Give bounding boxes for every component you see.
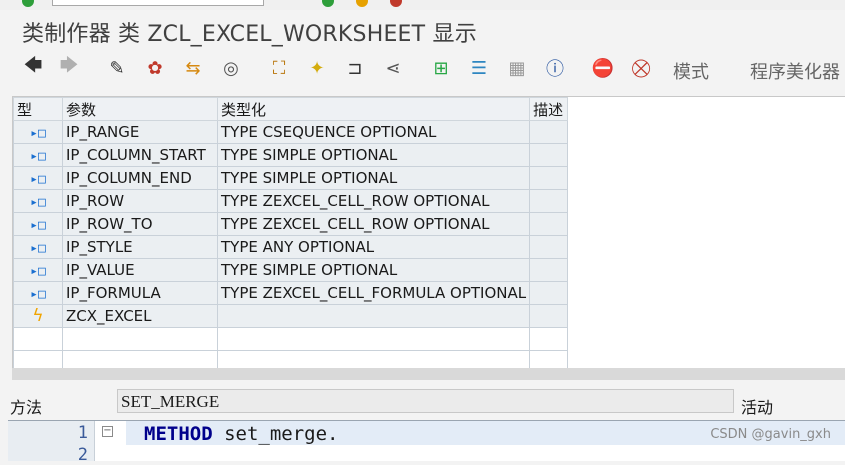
table-header-row: 型 参数 类型化 描述 — [13, 97, 569, 121]
description-cell[interactable] — [529, 189, 569, 213]
typing-cell[interactable]: TYPE ANY OPTIONAL — [216, 235, 531, 259]
parameter-name-cell[interactable]: IP_COLUMN_END — [62, 166, 218, 190]
application-toolbar: 🡄 🡆 ✎ ✿ ⇆ ◎ ⛶ ✦ ⊐ ⋖ ⊞ ☰ ▦ ⓘ ⛔ ⛒ 模式 程序美化器 — [0, 52, 845, 86]
table-row[interactable]: ▸□ IP_FORMULA TYPE ZEXCEL_CELL_FORMULA OPT… — [13, 281, 569, 305]
typing-cell[interactable]: TYPE SIMPLE OPTIONAL — [216, 258, 531, 282]
method-name-field[interactable]: SET_MERGE — [117, 389, 734, 413]
column-header-type[interactable]: 型 — [13, 97, 63, 121]
check-object-icon[interactable]: ⇆ — [180, 55, 206, 81]
magic-wand-icon[interactable]: ✦ — [304, 55, 330, 81]
description-cell[interactable] — [529, 166, 569, 190]
typing-cell[interactable] — [216, 304, 531, 328]
parameter-name-cell[interactable]: IP_FORMULA — [62, 281, 218, 305]
forward-icon[interactable]: 🡆 — [56, 55, 82, 81]
code-line[interactable]: METHOD set_merge. — [144, 423, 338, 445]
table-row[interactable]: ▸□ IP_STYLE TYPE ANY OPTIONAL — [13, 235, 569, 259]
type-cell[interactable]: ▸□ — [13, 166, 63, 190]
typing-cell[interactable]: TYPE ZEXCEL_CELL_ROW OPTIONAL — [216, 189, 531, 213]
parameter-name-cell[interactable]: IP_ROW_TO — [62, 212, 218, 236]
typing-cell[interactable]: TYPE CSEQUENCE OPTIONAL — [216, 120, 531, 144]
transport-icon[interactable]: ⊐ — [342, 55, 368, 81]
type-cell[interactable]: ▸□ — [13, 281, 63, 305]
type-cell[interactable]: ϟ — [13, 304, 63, 328]
importing-param-icon: ▸□ — [30, 264, 46, 279]
status-dot-icon — [356, 0, 368, 7]
parameter-table: 型 参数 类型化 描述 ▸□ IP_RANGE TYPE CSEQUENCE OPT… — [13, 97, 569, 374]
column-header-description[interactable]: 描述 — [529, 97, 569, 121]
table-row[interactable]: ▸□ IP_COLUMN_START TYPE SIMPLE OPTIONAL — [13, 143, 569, 167]
type-cell[interactable]: ▸□ — [13, 235, 63, 259]
type-cell[interactable]: ▸□ — [13, 120, 63, 144]
parameter-grid: 型 参数 类型化 描述 ▸□ IP_RANGE TYPE CSEQUENCE OPT… — [12, 96, 845, 370]
status-dot-icon — [22, 0, 34, 7]
parameter-name-cell[interactable]: IP_COLUMN_START — [62, 143, 218, 167]
type-cell[interactable]: ▸□ — [13, 143, 63, 167]
typing-cell[interactable]: TYPE ZEXCEL_CELL_FORMULA OPTIONAL — [216, 281, 531, 305]
type-cell[interactable]: ▸□ — [13, 212, 63, 236]
importing-param-icon: ▸□ — [30, 149, 46, 164]
parameter-name-cell[interactable]: IP_STYLE — [62, 235, 218, 259]
description-cell[interactable] — [529, 235, 569, 259]
typing-cell[interactable]: TYPE SIMPLE OPTIONAL — [216, 143, 531, 167]
importing-param-icon: ▸□ — [30, 172, 46, 187]
status-dot-icon — [322, 0, 334, 7]
type-cell[interactable]: ▸□ — [13, 258, 63, 282]
table-row[interactable]: ▸□ IP_VALUE TYPE SIMPLE OPTIONAL — [13, 258, 569, 282]
command-field[interactable] — [52, 0, 264, 6]
parameter-rows: ▸□ IP_RANGE TYPE CSEQUENCE OPTIONAL ▸□ IP_CO… — [13, 120, 569, 374]
column-header-typing[interactable]: 类型化 — [216, 97, 531, 121]
parameter-name-cell[interactable]: IP_ROW — [62, 189, 218, 213]
object-list-icon[interactable]: ⛶ — [266, 55, 292, 81]
table-row[interactable]: ▸□ IP_COLUMN_END TYPE SIMPLE OPTIONAL — [13, 166, 569, 190]
stop-breakpoint-icon[interactable]: ⛔ — [590, 55, 616, 81]
typing-cell[interactable]: TYPE SIMPLE OPTIONAL — [216, 166, 531, 190]
parameter-name-cell[interactable]: ZCX_EXCEL — [62, 304, 218, 328]
session-breakpoint-icon[interactable]: ⛒ — [628, 55, 654, 81]
window-top-strip — [0, 0, 845, 10]
status-dot-icon — [390, 0, 402, 7]
importing-param-icon: ▸□ — [30, 218, 46, 233]
parameter-name-cell[interactable]: IP_RANGE — [62, 120, 218, 144]
line-number: 1 — [77, 423, 88, 443]
hierarchy-icon[interactable]: ⊞ — [428, 55, 454, 81]
description-cell[interactable] — [529, 258, 569, 282]
typing-cell[interactable]: TYPE ZEXCEL_CELL_ROW OPTIONAL — [216, 212, 531, 236]
exception-icon: ϟ — [32, 306, 44, 326]
parameter-name-cell[interactable]: IP_VALUE — [62, 258, 218, 282]
description-cell[interactable] — [529, 304, 569, 328]
description-cell[interactable] — [529, 143, 569, 167]
code-text: set_merge. — [212, 423, 339, 445]
activate-icon[interactable]: ✿ — [142, 55, 168, 81]
column-header-parameter[interactable]: 参数 — [62, 97, 218, 121]
page-title: 类制作器 类 ZCL_EXCEL_WORKSHEET 显示 — [22, 22, 477, 47]
line-number: 2 — [77, 445, 88, 465]
method-label: 方法 — [10, 398, 43, 417]
fold-toggle-icon[interactable]: − — [102, 426, 113, 437]
back-icon[interactable]: 🡄 — [20, 55, 46, 81]
table-icon[interactable]: ▦ — [504, 55, 530, 81]
display-change-icon[interactable]: ✎ — [104, 55, 130, 81]
method-status: 活动 — [741, 398, 774, 417]
mode-button[interactable]: 模式 — [673, 58, 709, 84]
watermark: CSDN @gavin_gxh — [710, 427, 831, 442]
info-icon[interactable]: ⓘ — [542, 55, 568, 81]
type-cell[interactable]: ▸□ — [13, 189, 63, 213]
grid-separator — [12, 368, 845, 380]
importing-param-icon: ▸□ — [30, 241, 46, 256]
code-keyword: METHOD — [144, 423, 213, 445]
pretty-printer-button[interactable]: 程序美化器 — [750, 58, 840, 84]
table-row[interactable]: ▸□ IP_RANGE TYPE CSEQUENCE OPTIONAL — [13, 120, 569, 144]
importing-param-icon: ▸□ — [30, 287, 46, 302]
list-icon[interactable]: ☰ — [466, 55, 492, 81]
split-icon[interactable]: ⋖ — [380, 55, 406, 81]
description-cell[interactable] — [529, 212, 569, 236]
description-cell[interactable] — [529, 281, 569, 305]
table-row[interactable]: ▸□ IP_ROW TYPE ZEXCEL_CELL_ROW OPTIONAL — [13, 189, 569, 213]
table-row[interactable]: ▸□ IP_ROW_TO TYPE ZEXCEL_CELL_ROW OPTIONAL — [13, 212, 569, 236]
importing-param-icon: ▸□ — [30, 195, 46, 210]
table-row[interactable]: ϟ ZCX_EXCEL — [13, 304, 569, 328]
description-cell[interactable] — [529, 120, 569, 144]
importing-param-icon: ▸□ — [30, 126, 46, 141]
where-used-icon[interactable]: ◎ — [218, 55, 244, 81]
